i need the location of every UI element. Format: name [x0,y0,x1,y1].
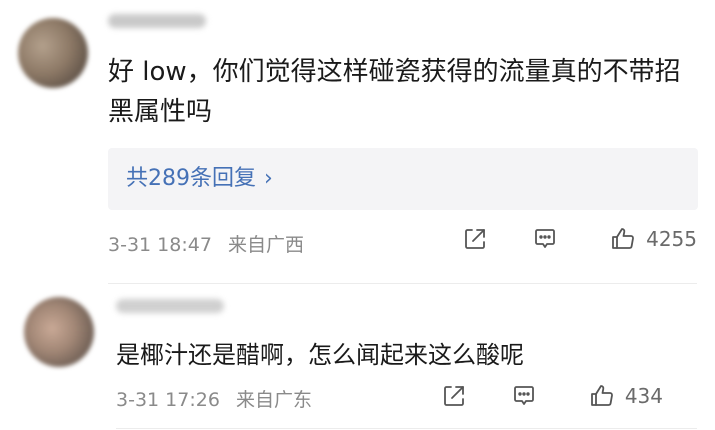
like-button[interactable]: 434 [589,383,663,409]
comment-meta: 3-31 18:47 来自广西 [108,230,304,257]
comment-icon[interactable] [532,226,558,252]
like-count: 434 [624,384,663,408]
comment-actions: 434 [441,383,663,409]
comment-timestamp: 3-31 17:26 [116,389,220,411]
avatar[interactable] [24,297,94,367]
comment-timestamp: 3-31 18:47 [108,234,212,256]
username-blurred[interactable] [108,14,206,28]
comment-text: 是椰汁还是醋啊，怎么闻起来这么酸呢 [116,341,524,369]
reply-count-label: 共289条回复 [126,166,256,191]
avatar[interactable] [18,18,88,88]
like-count: 4255 [646,227,697,251]
divider [116,428,697,429]
view-replies-link[interactable]: 共289条回复 › [126,148,273,210]
thumbs-up-icon [610,226,636,252]
comment-location: 来自广东 [235,389,312,411]
comment-text: 好 low，你们觉得这样碰瓷获得的流量真的不带招黑属性吗 [108,57,681,127]
thumbs-up-icon [589,383,615,409]
username-blurred[interactable] [116,299,224,313]
reply-summary-box[interactable]: 共289条回复 › [108,148,698,210]
like-button[interactable]: 4255 [610,226,697,252]
chevron-right-icon: › [264,166,273,191]
share-icon[interactable] [441,383,467,409]
comment-meta: 3-31 17:26 来自广东 [116,385,312,412]
comment-item: 好 low，你们觉得这样碰瓷获得的流量真的不带招黑属性吗 共289条回复 › 3… [0,0,715,285]
divider [108,283,697,284]
comment-location: 来自广西 [227,234,304,256]
comment-item: 是椰汁还是醋啊，怎么闻起来这么酸呢 3-31 17:26 来自广东 434 [0,285,715,430]
share-icon[interactable] [462,226,488,252]
comment-actions: 4255 [462,226,697,252]
comment-icon[interactable] [511,383,537,409]
